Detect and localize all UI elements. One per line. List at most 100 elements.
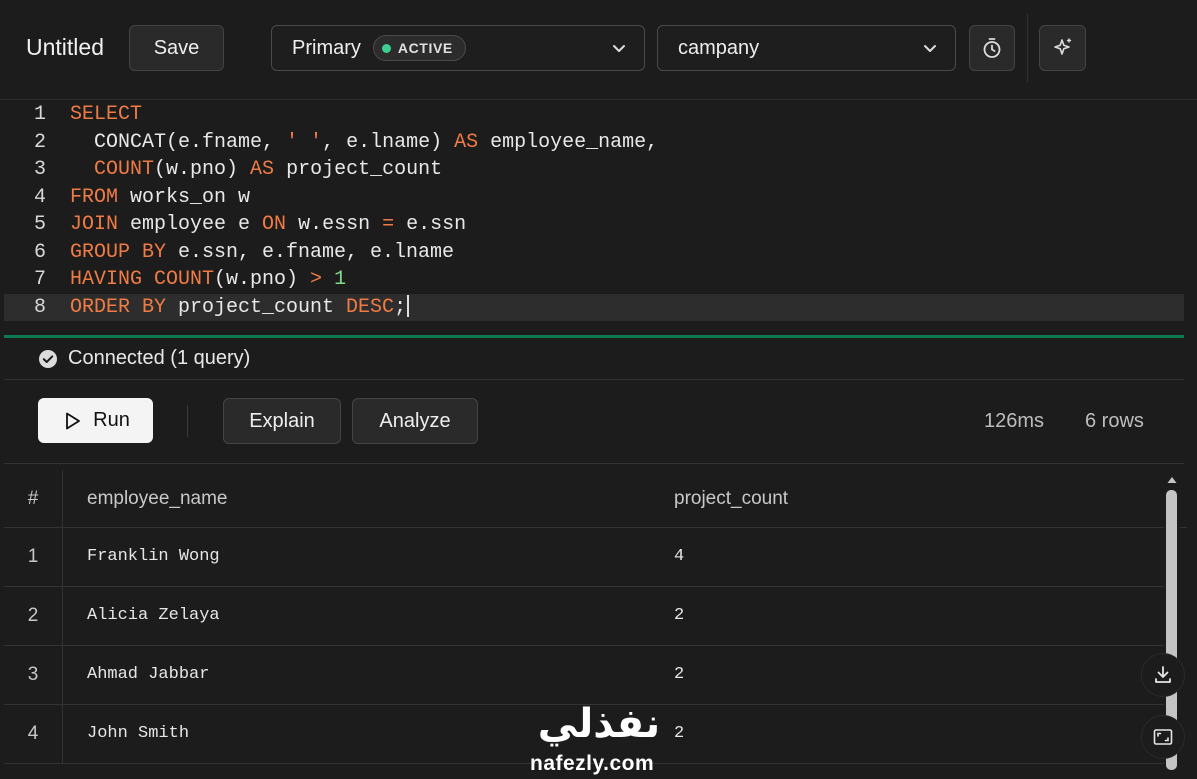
line-number: 2 bbox=[33, 130, 46, 154]
code-line[interactable]: 6 GROUP BY e.ssn, e.fname, e.lname bbox=[4, 239, 1184, 266]
code-text: FROM works_on w bbox=[70, 184, 250, 211]
nafezly-logo-text: نفذلي bbox=[538, 701, 660, 747]
sql-text: ; bbox=[394, 295, 407, 319]
schema-label: campany bbox=[678, 36, 760, 59]
download-icon bbox=[1155, 666, 1171, 683]
column-header-project-count[interactable]: project_count bbox=[651, 470, 1187, 528]
sql-text: CONCAT(e.fname, bbox=[70, 130, 287, 154]
line-number: 5 bbox=[33, 213, 46, 236]
code-text: SELECT bbox=[70, 101, 142, 128]
code-line[interactable]: 2 CONCAT(e.fname, ' ', e.lname) AS emplo… bbox=[4, 129, 1184, 156]
sql-keyword: = bbox=[382, 213, 395, 236]
sql-number: 1 bbox=[334, 268, 347, 291]
check-circle-icon bbox=[39, 349, 57, 368]
line-number: 1 bbox=[33, 103, 46, 126]
sql-text: e.ssn bbox=[394, 213, 467, 236]
code-line[interactable]: 5 JOIN employee e ON w.essn = e.ssn bbox=[4, 211, 1184, 238]
query-duration: 126ms bbox=[984, 410, 1045, 432]
cell-project-count: 2 bbox=[674, 606, 685, 625]
sql-text: (w.pno) bbox=[154, 158, 251, 181]
row-index: 3 bbox=[4, 645, 63, 704]
sql-keyword: ORDER BY bbox=[70, 295, 167, 319]
cell-project-count: 4 bbox=[674, 547, 685, 566]
line-number: 6 bbox=[33, 240, 46, 264]
run-button[interactable]: Run bbox=[38, 398, 153, 443]
row-count: 6 rows bbox=[1085, 410, 1144, 432]
play-icon bbox=[66, 412, 81, 429]
sql-text: project_count bbox=[274, 158, 443, 181]
sql-keyword: ON bbox=[262, 213, 287, 236]
line-number: 4 bbox=[33, 185, 46, 209]
expand-button[interactable] bbox=[1141, 715, 1185, 759]
table-row[interactable]: 2 Alicia Zelaya 2 bbox=[4, 586, 1164, 646]
explain-button[interactable]: Explain bbox=[223, 398, 341, 444]
line-number: 8 bbox=[33, 295, 46, 319]
sql-keyword: > bbox=[310, 268, 323, 291]
stopwatch-icon bbox=[983, 38, 1001, 58]
save-button[interactable]: Save bbox=[129, 25, 224, 71]
table-row[interactable]: 3 Ahmad Jabbar 2 bbox=[4, 645, 1164, 705]
sql-text: w.essn bbox=[286, 213, 383, 236]
toolbar-divider bbox=[187, 405, 188, 437]
cell-project-count: 2 bbox=[674, 665, 685, 684]
row-index: 4 bbox=[4, 704, 63, 763]
cell-employee-name: Alicia Zelaya bbox=[87, 606, 220, 625]
chevron-down-icon bbox=[613, 45, 625, 52]
cell-employee-name: Franklin Wong bbox=[87, 547, 220, 566]
nafezly-logo: نفذلي bbox=[538, 701, 660, 747]
connection-status: Connected (1 query) bbox=[4, 338, 1184, 380]
timer-button[interactable] bbox=[969, 25, 1015, 71]
sql-text: e.ssn, e.fname, e.lname bbox=[166, 240, 455, 264]
sql-keyword: DESC bbox=[346, 295, 395, 319]
sql-keyword: COUNT bbox=[94, 158, 155, 181]
code-line[interactable]: 3 COUNT(w.pno) AS project_count bbox=[4, 156, 1184, 183]
schema-select[interactable]: campany bbox=[657, 25, 956, 71]
chevron-down-icon bbox=[924, 45, 936, 52]
expand-icon bbox=[1153, 729, 1173, 745]
line-number: 7 bbox=[33, 268, 46, 291]
run-label: Run bbox=[93, 409, 130, 431]
cell-employee-name: Ahmad Jabbar bbox=[87, 665, 210, 684]
sql-text: project_count bbox=[166, 295, 347, 319]
cell-project-count: 2 bbox=[674, 724, 685, 743]
ai-assistant-button[interactable] bbox=[1039, 25, 1086, 71]
sql-text: (w.pno) bbox=[214, 268, 311, 291]
scroll-up-arrow-icon[interactable] bbox=[1166, 474, 1178, 486]
code-line[interactable]: 4 FROM works_on w bbox=[4, 184, 1184, 211]
column-header-index[interactable]: # bbox=[4, 470, 62, 528]
table-row[interactable]: 1 Franklin Wong 4 bbox=[4, 527, 1164, 587]
sql-keyword: AS bbox=[250, 158, 275, 181]
sql-text: , e.lname) bbox=[322, 130, 455, 154]
analyze-button[interactable]: Analyze bbox=[352, 398, 478, 444]
watermark-url: nafezly.com bbox=[530, 752, 655, 775]
cell-employee-name: John Smith bbox=[87, 724, 190, 743]
code-text: HAVING COUNT(w.pno) > 1 bbox=[70, 266, 346, 293]
sql-keyword: AS bbox=[454, 130, 479, 154]
sql-editor[interactable]: 1 SELECT 2 CONCAT(e.fname, ' ', e.lname) A… bbox=[4, 100, 1184, 336]
row-index: 1 bbox=[4, 527, 63, 586]
code-line[interactable]: 7 HAVING COUNT(w.pno) > 1 bbox=[4, 266, 1184, 293]
query-toolbar: Run Explain Analyze 126ms 6 rows bbox=[4, 380, 1184, 464]
code-text: CONCAT(e.fname, ' ', e.lname) AS employe… bbox=[70, 129, 658, 156]
code-text: ORDER BY project_count DESC; bbox=[70, 294, 410, 321]
query-title[interactable]: Untitled bbox=[26, 34, 104, 61]
line-number: 3 bbox=[33, 158, 46, 181]
sql-keyword: FROM bbox=[70, 185, 119, 209]
column-header-employee-name[interactable]: employee_name bbox=[63, 470, 675, 528]
download-button[interactable] bbox=[1141, 653, 1185, 697]
database-select[interactable]: Primary ACTIVE bbox=[271, 25, 645, 71]
sql-text: works_on w bbox=[118, 185, 251, 209]
status-badge-label: ACTIVE bbox=[397, 40, 453, 56]
status-badge: ACTIVE bbox=[372, 35, 466, 61]
database-label: Primary bbox=[292, 36, 361, 59]
sparkles-icon bbox=[1053, 38, 1071, 55]
sql-keyword: HAVING COUNT bbox=[70, 268, 215, 291]
code-line[interactable]: 8 ORDER BY project_count DESC; bbox=[4, 293, 1184, 321]
sql-keyword: JOIN bbox=[70, 213, 119, 236]
text-cursor bbox=[407, 295, 410, 318]
sql-text: employee_name, bbox=[478, 130, 659, 154]
sql-text: employee e bbox=[118, 213, 263, 236]
code-line[interactable]: 1 SELECT bbox=[4, 101, 1184, 128]
code-text: JOIN employee e ON w.essn = e.ssn bbox=[70, 211, 466, 238]
